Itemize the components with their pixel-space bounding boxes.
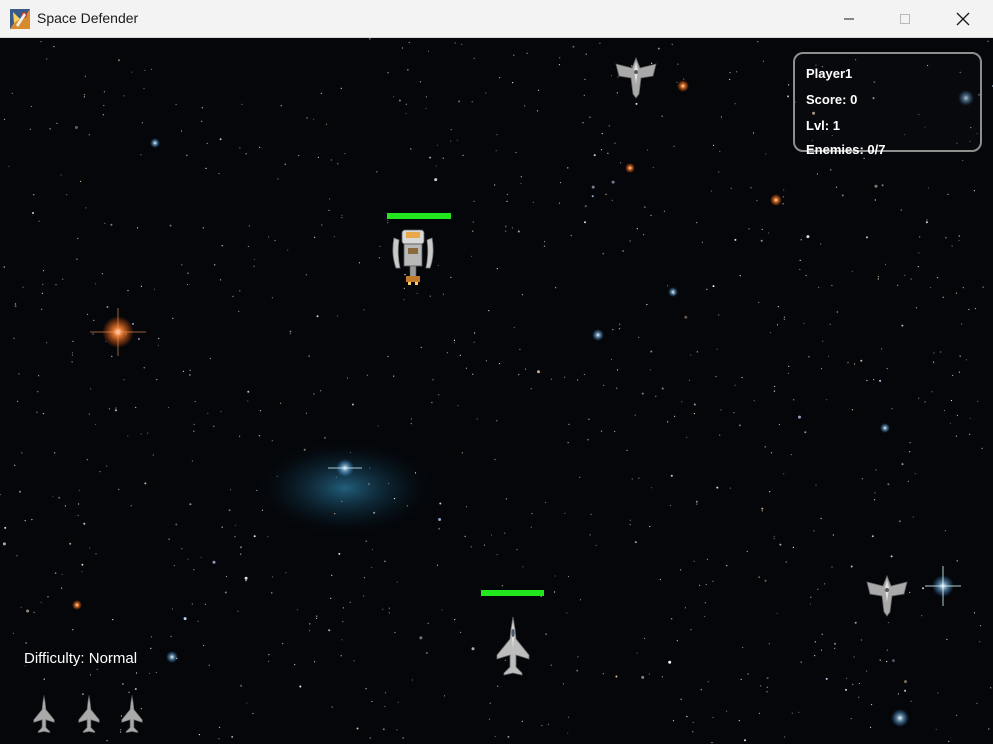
bright-star-small-orange-2 — [770, 194, 782, 206]
nebula-glow — [250, 438, 440, 538]
bright-star-small-blue — [592, 329, 604, 341]
game-canvas[interactable]: Player1 Score: 0 Lvl: 1 Enemies: 0/7 Dif… — [0, 38, 993, 744]
bright-star-small-orange-4 — [625, 163, 635, 173]
bright-star-small-blue-2 — [668, 287, 678, 297]
player-fighter-jet[interactable] — [495, 615, 531, 677]
bright-star-small-orange-3 — [72, 600, 82, 610]
enemy-fighter — [866, 574, 908, 617]
boss-mothership — [392, 229, 434, 285]
minimize-button[interactable] — [826, 0, 872, 38]
bright-star-small-blue-5 — [880, 423, 890, 433]
app-icon — [10, 9, 30, 29]
close-button[interactable] — [940, 0, 986, 38]
bright-star-small-blue-3 — [166, 651, 178, 663]
maximize-button[interactable] — [882, 0, 928, 38]
player-name: Player1 — [806, 66, 853, 81]
life-icon — [33, 695, 55, 734]
minimize-icon — [844, 18, 854, 20]
close-icon — [956, 12, 970, 26]
window-title: Space Defender — [37, 10, 139, 26]
enemy-fighter — [615, 56, 657, 99]
player-health-bar — [481, 590, 544, 596]
title-bar: Space Defender — [0, 0, 993, 38]
bright-star-small-orange — [677, 80, 689, 92]
bright-star-bottom — [891, 709, 909, 727]
game-window: Space Defender Player1 Score: 0 Lvl: 1 E… — [0, 0, 993, 744]
level-label: Lvl: 1 — [806, 118, 840, 133]
score-label: Score: 0 — [806, 92, 858, 107]
life-icon — [121, 695, 143, 734]
life-icon — [78, 695, 100, 734]
bright-star-small-blue-4 — [150, 138, 160, 148]
maximize-icon — [900, 14, 910, 24]
difficulty-label: Difficulty: Normal — [24, 650, 138, 667]
hud-panel: Player1 Score: 0 Lvl: 1 Enemies: 0/7 — [793, 52, 982, 157]
enemies-counter: Enemies: 0/7 — [806, 142, 886, 157]
boss-health-bar — [387, 213, 451, 219]
